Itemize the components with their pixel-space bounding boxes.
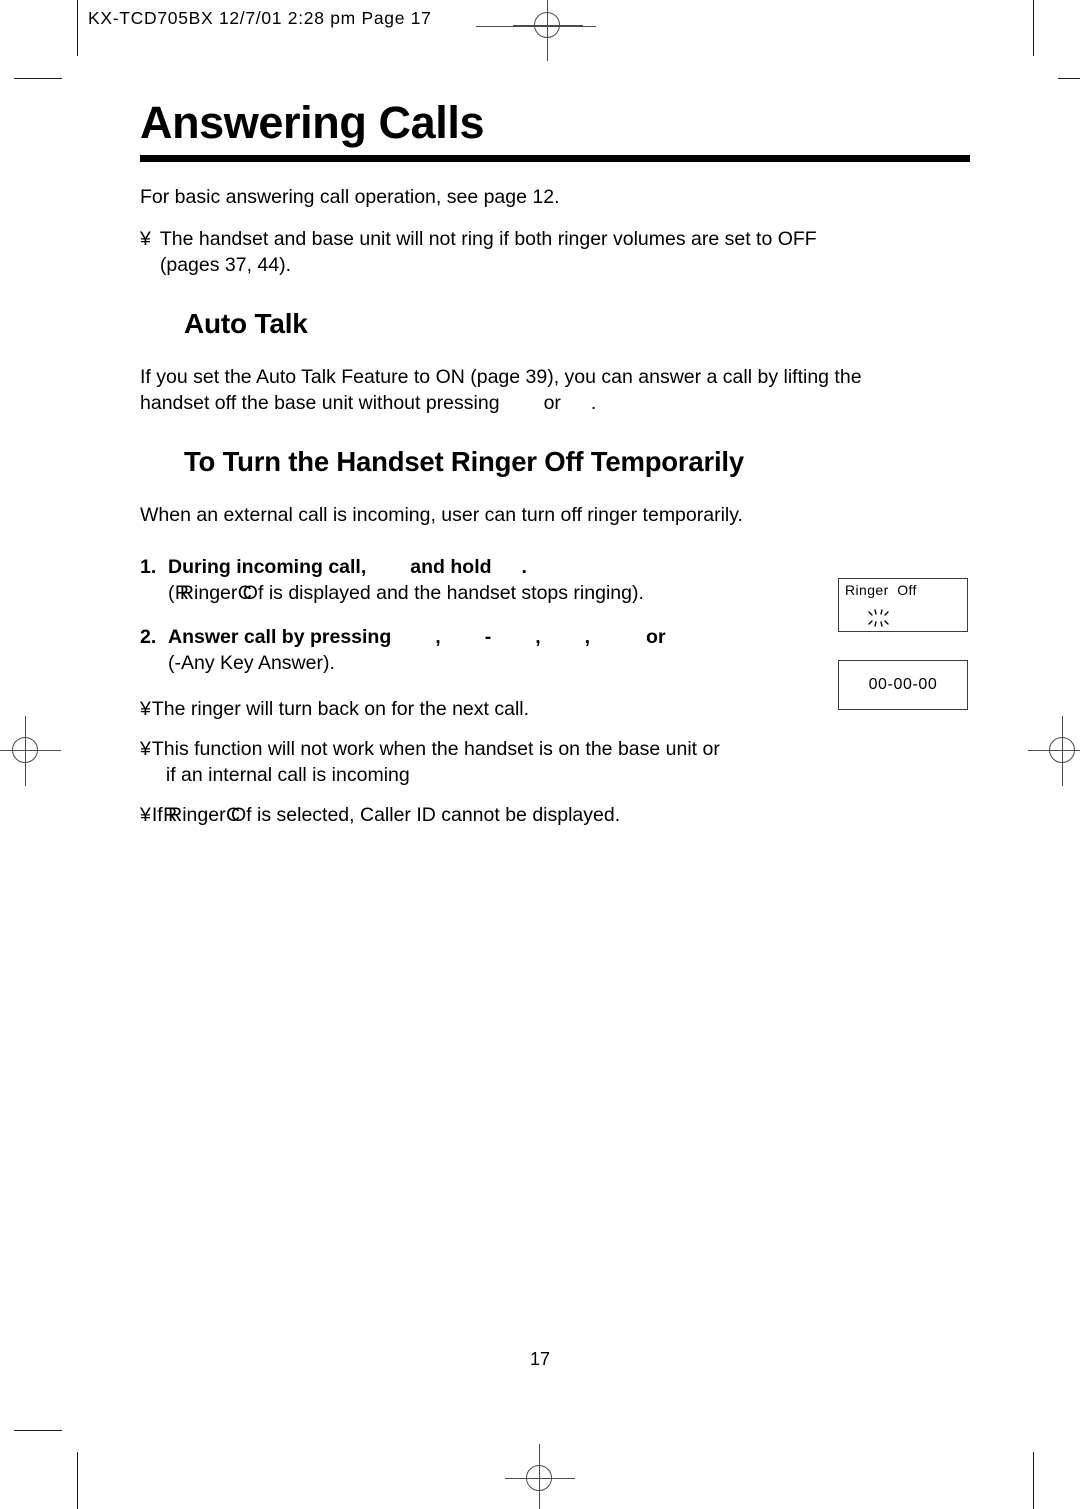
trim-line-bottom-right: [1033, 1452, 1034, 1509]
lcd-label-ringer: Ri R: [175, 580, 198, 606]
note-3-suffix: is selected, Caller ID cannot be display…: [257, 804, 621, 826]
step-1-text: During incoming call, and hold.: [168, 554, 970, 580]
lcd-label-off-f: f: [257, 582, 264, 604]
lcd-label-off-overlap: C: [226, 804, 241, 826]
note-3: ¥ If Ri Rnger OCf is selected, Caller ID …: [140, 802, 970, 828]
lcd-ringer-off-display: Ringer Off: [838, 578, 968, 632]
ringer-off-heading: To Turn the Handset Ringer Off Temporari…: [184, 446, 744, 477]
step-1-period: .: [521, 556, 527, 578]
step-2-or: or: [646, 626, 666, 648]
page-title: Answering Calls: [140, 97, 485, 148]
step-1-bold-before: During incoming call,: [168, 556, 367, 578]
step-2-comma-2: ,: [535, 626, 541, 648]
page-number: 17: [529, 1349, 551, 1369]
intro-note-text: The handset and base unit will not ring …: [160, 226, 970, 278]
lcd-clock-text: 00-00-00: [868, 676, 938, 693]
manual-page: KX-TCD705BX 12/7/01 2:28 pm Page 17 Answ…: [0, 0, 1080, 1509]
step-1-line: 1. During incoming call, and hold.: [140, 554, 970, 580]
bullet-icon: ¥: [140, 738, 151, 760]
bullet-icon: ¥: [140, 804, 151, 826]
registration-mark-bottom: [505, 1444, 575, 1509]
trim-line-top-left: [77, 0, 78, 56]
note-2-line2: if an internal call is incoming: [165, 764, 410, 786]
lcd-label-off: OC: [238, 580, 258, 606]
auto-talk-line2-before: handset off the base unit without pressi…: [140, 392, 500, 414]
lcd-label-off-f: f: [246, 804, 252, 826]
crop-mark-bottom-left: [14, 1430, 62, 1431]
bullet-icon: ¥: [140, 228, 151, 250]
bullet-icon: ¥: [140, 698, 151, 720]
auto-talk-heading: Auto Talk: [184, 308, 308, 339]
step-2-hyphen: -: [484, 626, 492, 648]
trim-line-bottom-left: [77, 1452, 78, 1509]
intro-note-line2: (pages 37, 44).: [159, 254, 292, 276]
lcd-label-off: OC: [226, 802, 246, 828]
lcd-clock-display: 00-00-00: [838, 660, 968, 710]
lcd-label-ringer-rest: nger: [186, 804, 226, 826]
trim-line-top-right: [1033, 0, 1034, 56]
intro-paragraph: For basic answering call operation, see …: [140, 186, 560, 208]
note-3-text: If Ri Rnger OCf is selected, Caller ID ca…: [152, 802, 970, 828]
note-2-text: This function will not work when the han…: [152, 736, 970, 788]
registration-mark-right: [1028, 716, 1080, 786]
lcd-label-ringer: Ri R: [163, 802, 186, 828]
step-2-number: 2.: [140, 626, 157, 648]
running-header: KX-TCD705BX 12/7/01 2:28 pm Page 17: [88, 8, 432, 28]
intro-note: ¥ The handset and base unit will not rin…: [140, 226, 970, 278]
auto-talk-line2-after: .: [590, 392, 597, 414]
step-2-comma-3: ,: [584, 626, 591, 648]
step-2-comma-1: ,: [435, 626, 441, 648]
lcd-label-ringer-overlap: R: [163, 804, 178, 826]
step-1-bold-after: and hold: [410, 556, 492, 578]
lcd-label-off-overlap: C: [237, 582, 252, 604]
note-3-prefix: If: [151, 804, 163, 826]
step-1-number: 1.: [140, 556, 157, 578]
intro-note-line1: The handset and base unit will not ring …: [159, 228, 817, 250]
auto-talk-or: or: [543, 392, 561, 414]
crop-mark-top-left: [14, 78, 62, 79]
auto-talk-line1: If you set the Auto Talk Feature to ON (…: [140, 366, 862, 388]
step-2-bold-before: Answer call by pressing: [168, 626, 392, 648]
note-2-line1: This function will not work when the han…: [151, 738, 720, 760]
blinking-icon: [868, 609, 889, 627]
crop-mark-top-right: [1058, 78, 1080, 79]
auto-talk-paragraph: If you set the Auto Talk Feature to ON (…: [140, 364, 970, 416]
step-1-paren-open: (: [168, 582, 175, 604]
title-rule: [140, 155, 970, 162]
page-content: Answering Calls For basic answering call…: [140, 96, 970, 842]
lcd-ringer-off-text: Ringer Off: [845, 582, 917, 598]
lcd-label-ringer-overlap: R: [174, 582, 190, 604]
step-1-sub-rest: is displayed and the handset stops ringi…: [268, 582, 644, 604]
registration-mark-top: [513, 0, 583, 61]
registration-mark-left: [0, 716, 61, 786]
ringer-off-intro: When an external call is incoming, user …: [140, 504, 743, 526]
lcd-label-ringer-rest: nger: [198, 582, 238, 604]
note-2: ¥ This function will not work when the h…: [140, 736, 970, 788]
